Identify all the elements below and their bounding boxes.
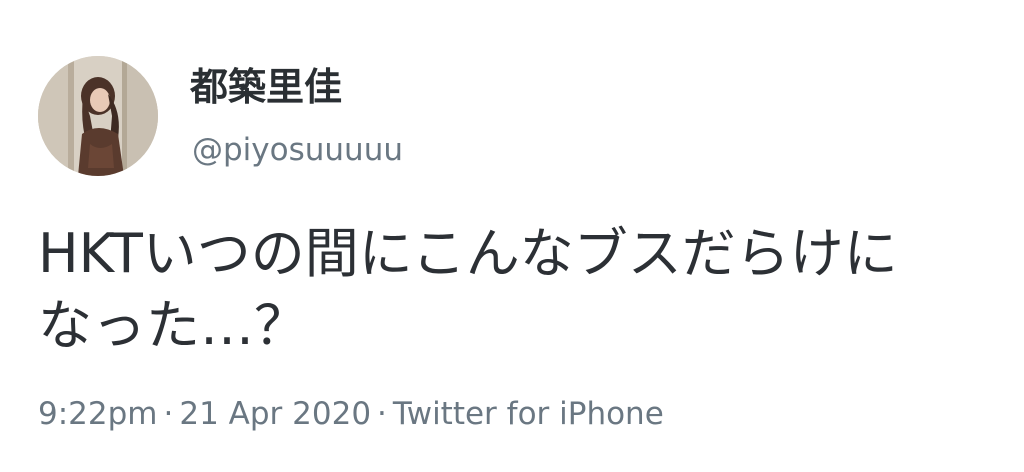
tweet-text-line: なった…？ bbox=[38, 294, 308, 357]
tweet-source[interactable]: Twitter for iPhone bbox=[393, 396, 664, 432]
tweet-card: 都築里佳 @piyosuuuuu HKTいつの間にこんなブスだらけに なった…？… bbox=[0, 0, 1024, 472]
tweet-text: HKTいつの間にこんなブスだらけに なった…？ bbox=[38, 218, 998, 362]
meta-separator: · bbox=[377, 396, 387, 432]
avatar[interactable] bbox=[38, 56, 158, 176]
tweet-time[interactable]: 9:22pm bbox=[38, 396, 158, 432]
meta-separator: · bbox=[163, 396, 174, 432]
tweet-date[interactable]: 21 Apr 2020 bbox=[179, 396, 371, 432]
tweet-meta: 9:22pm · 21 Apr 2020 · Twitter for iPhone bbox=[38, 392, 664, 436]
tweet-text-line: HKTいつの間にこんなブスだらけに bbox=[38, 222, 898, 285]
profile-photo-icon bbox=[38, 56, 158, 176]
user-handle[interactable]: @piyosuuuuu bbox=[192, 128, 403, 172]
display-name[interactable]: 都築里佳 bbox=[190, 62, 342, 112]
